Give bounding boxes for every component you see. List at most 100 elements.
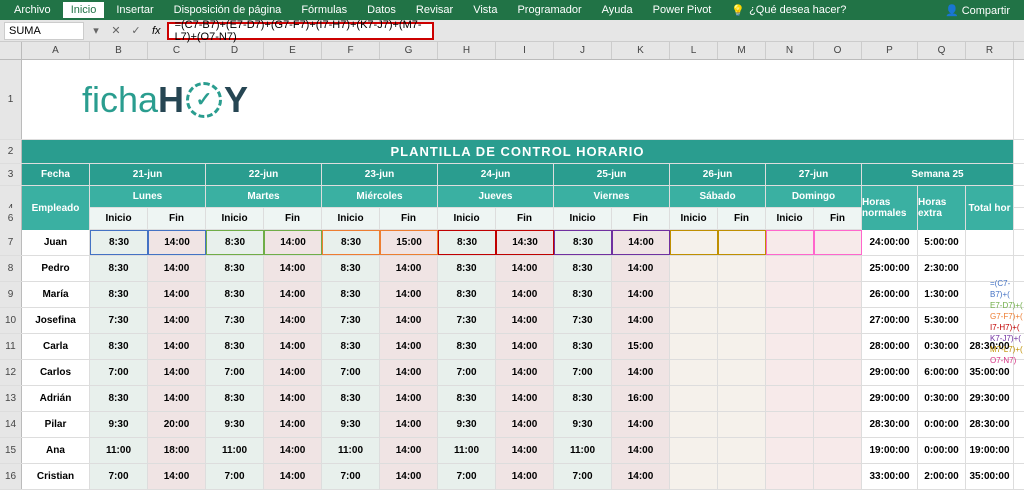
row-13[interactable]: 13 [0,386,22,411]
col-C[interactable]: C [148,42,206,59]
col-E[interactable]: E [264,42,322,59]
cell[interactable] [766,256,814,281]
namebox-dropdown-icon[interactable]: ▾ [86,24,106,37]
cell[interactable]: 14:00 [612,230,670,255]
cell[interactable]: 14:00 [148,334,206,359]
employee-name[interactable]: María [22,282,90,307]
cell[interactable]: 6:00:00 [918,360,966,385]
select-all-corner[interactable] [0,42,22,59]
employee-name[interactable]: Carlos [22,360,90,385]
share-button[interactable]: 👤 Compartir [937,2,1018,19]
cell[interactable] [670,256,718,281]
cell[interactable] [670,412,718,437]
employee-name[interactable]: Pilar [22,412,90,437]
menu-programador[interactable]: Programador [509,2,589,18]
cell[interactable]: 28:30:00 [966,412,1014,437]
cell[interactable]: 9:30 [554,412,612,437]
cell[interactable] [766,412,814,437]
cell[interactable]: 14:00 [380,464,438,489]
cell[interactable]: 14:00 [496,282,554,307]
cell[interactable]: 14:00 [380,256,438,281]
cell[interactable]: 14:00 [496,360,554,385]
row-2[interactable]: 2 [0,140,22,163]
cell[interactable]: 8:30 [206,334,264,359]
cell[interactable] [718,360,766,385]
cell[interactable]: 7:00 [90,360,148,385]
cell[interactable]: 5:00:00 [918,230,966,255]
employee-name[interactable]: Adrián [22,386,90,411]
formula-input[interactable]: =(C7-B7)+(E7-D7)+(G7-F7)+(I7-H7)+(K7-J7)… [167,22,434,40]
cell[interactable]: 8:30 [322,282,380,307]
col-O[interactable]: O [814,42,862,59]
name-box[interactable]: SUMA [4,22,84,40]
cell[interactable]: 8:30 [90,386,148,411]
cell[interactable]: 8:30 [322,334,380,359]
cell[interactable]: 14:00 [148,386,206,411]
cell[interactable]: 11:00 [206,438,264,463]
cell[interactable]: 5:30:00 [918,308,966,333]
cell[interactable]: 14:00 [380,360,438,385]
cell[interactable] [718,256,766,281]
col-R[interactable]: R [966,42,1014,59]
cell[interactable] [718,412,766,437]
cell[interactable]: 8:30 [322,230,380,255]
cell[interactable]: 7:30 [322,308,380,333]
cell[interactable] [766,230,814,255]
cell[interactable]: 8:30 [90,230,148,255]
cell[interactable] [718,282,766,307]
cell[interactable]: 29:30:00 [966,386,1014,411]
cell[interactable] [718,334,766,359]
employee-name[interactable]: Josefina [22,308,90,333]
cell[interactable] [814,438,862,463]
cell[interactable] [670,230,718,255]
cell[interactable]: 26:00:00 [862,282,918,307]
row-15[interactable]: 15 [0,438,22,463]
cell[interactable]: 9:30 [322,412,380,437]
cell[interactable]: 29:00:00 [862,360,918,385]
cell[interactable]: 14:00 [496,386,554,411]
cell[interactable] [814,386,862,411]
row-16[interactable]: 16 [0,464,22,489]
menu-archivo[interactable]: Archivo [6,2,59,18]
cell[interactable]: 14:00 [264,256,322,281]
cell[interactable] [814,256,862,281]
cell[interactable]: 14:00 [148,256,206,281]
cell[interactable]: 8:30 [206,386,264,411]
cell[interactable] [766,386,814,411]
cell[interactable] [670,438,718,463]
col-M[interactable]: M [718,42,766,59]
cell[interactable]: 33:00:00 [862,464,918,489]
cell[interactable]: 8:30 [206,230,264,255]
cell[interactable]: 0:30:00 [918,386,966,411]
cell[interactable]: 8:30 [322,386,380,411]
col-J[interactable]: J [554,42,612,59]
cell[interactable]: 7:30 [206,308,264,333]
fx-icon[interactable]: fx [146,25,167,37]
cell[interactable]: 7:00 [438,464,496,489]
cell[interactable] [718,308,766,333]
cell[interactable] [766,282,814,307]
cell[interactable] [814,412,862,437]
cell[interactable]: 8:30 [90,256,148,281]
cell[interactable]: 8:30 [90,334,148,359]
cell[interactable]: 14:00 [612,308,670,333]
cell[interactable]: 14:00 [496,464,554,489]
cell[interactable]: 11:00 [90,438,148,463]
employee-name[interactable]: Juan [22,230,90,255]
cell[interactable]: 8:30 [554,282,612,307]
cell[interactable]: 14:30 [496,230,554,255]
cell[interactable]: 14:00 [148,230,206,255]
cell[interactable]: 7:00 [90,464,148,489]
cell[interactable]: 19:00:00 [862,438,918,463]
cell[interactable]: 15:00 [380,230,438,255]
cell[interactable] [670,308,718,333]
cell[interactable]: 35:00:00 [966,464,1014,489]
cell[interactable]: 8:30 [554,386,612,411]
cell[interactable] [814,464,862,489]
cell[interactable]: 29:00:00 [862,386,918,411]
cell[interactable] [814,282,862,307]
cell[interactable] [966,230,1014,255]
menu-inicio[interactable]: Inicio [63,2,105,18]
cell[interactable]: 8:30 [206,282,264,307]
cell[interactable]: 9:30 [438,412,496,437]
